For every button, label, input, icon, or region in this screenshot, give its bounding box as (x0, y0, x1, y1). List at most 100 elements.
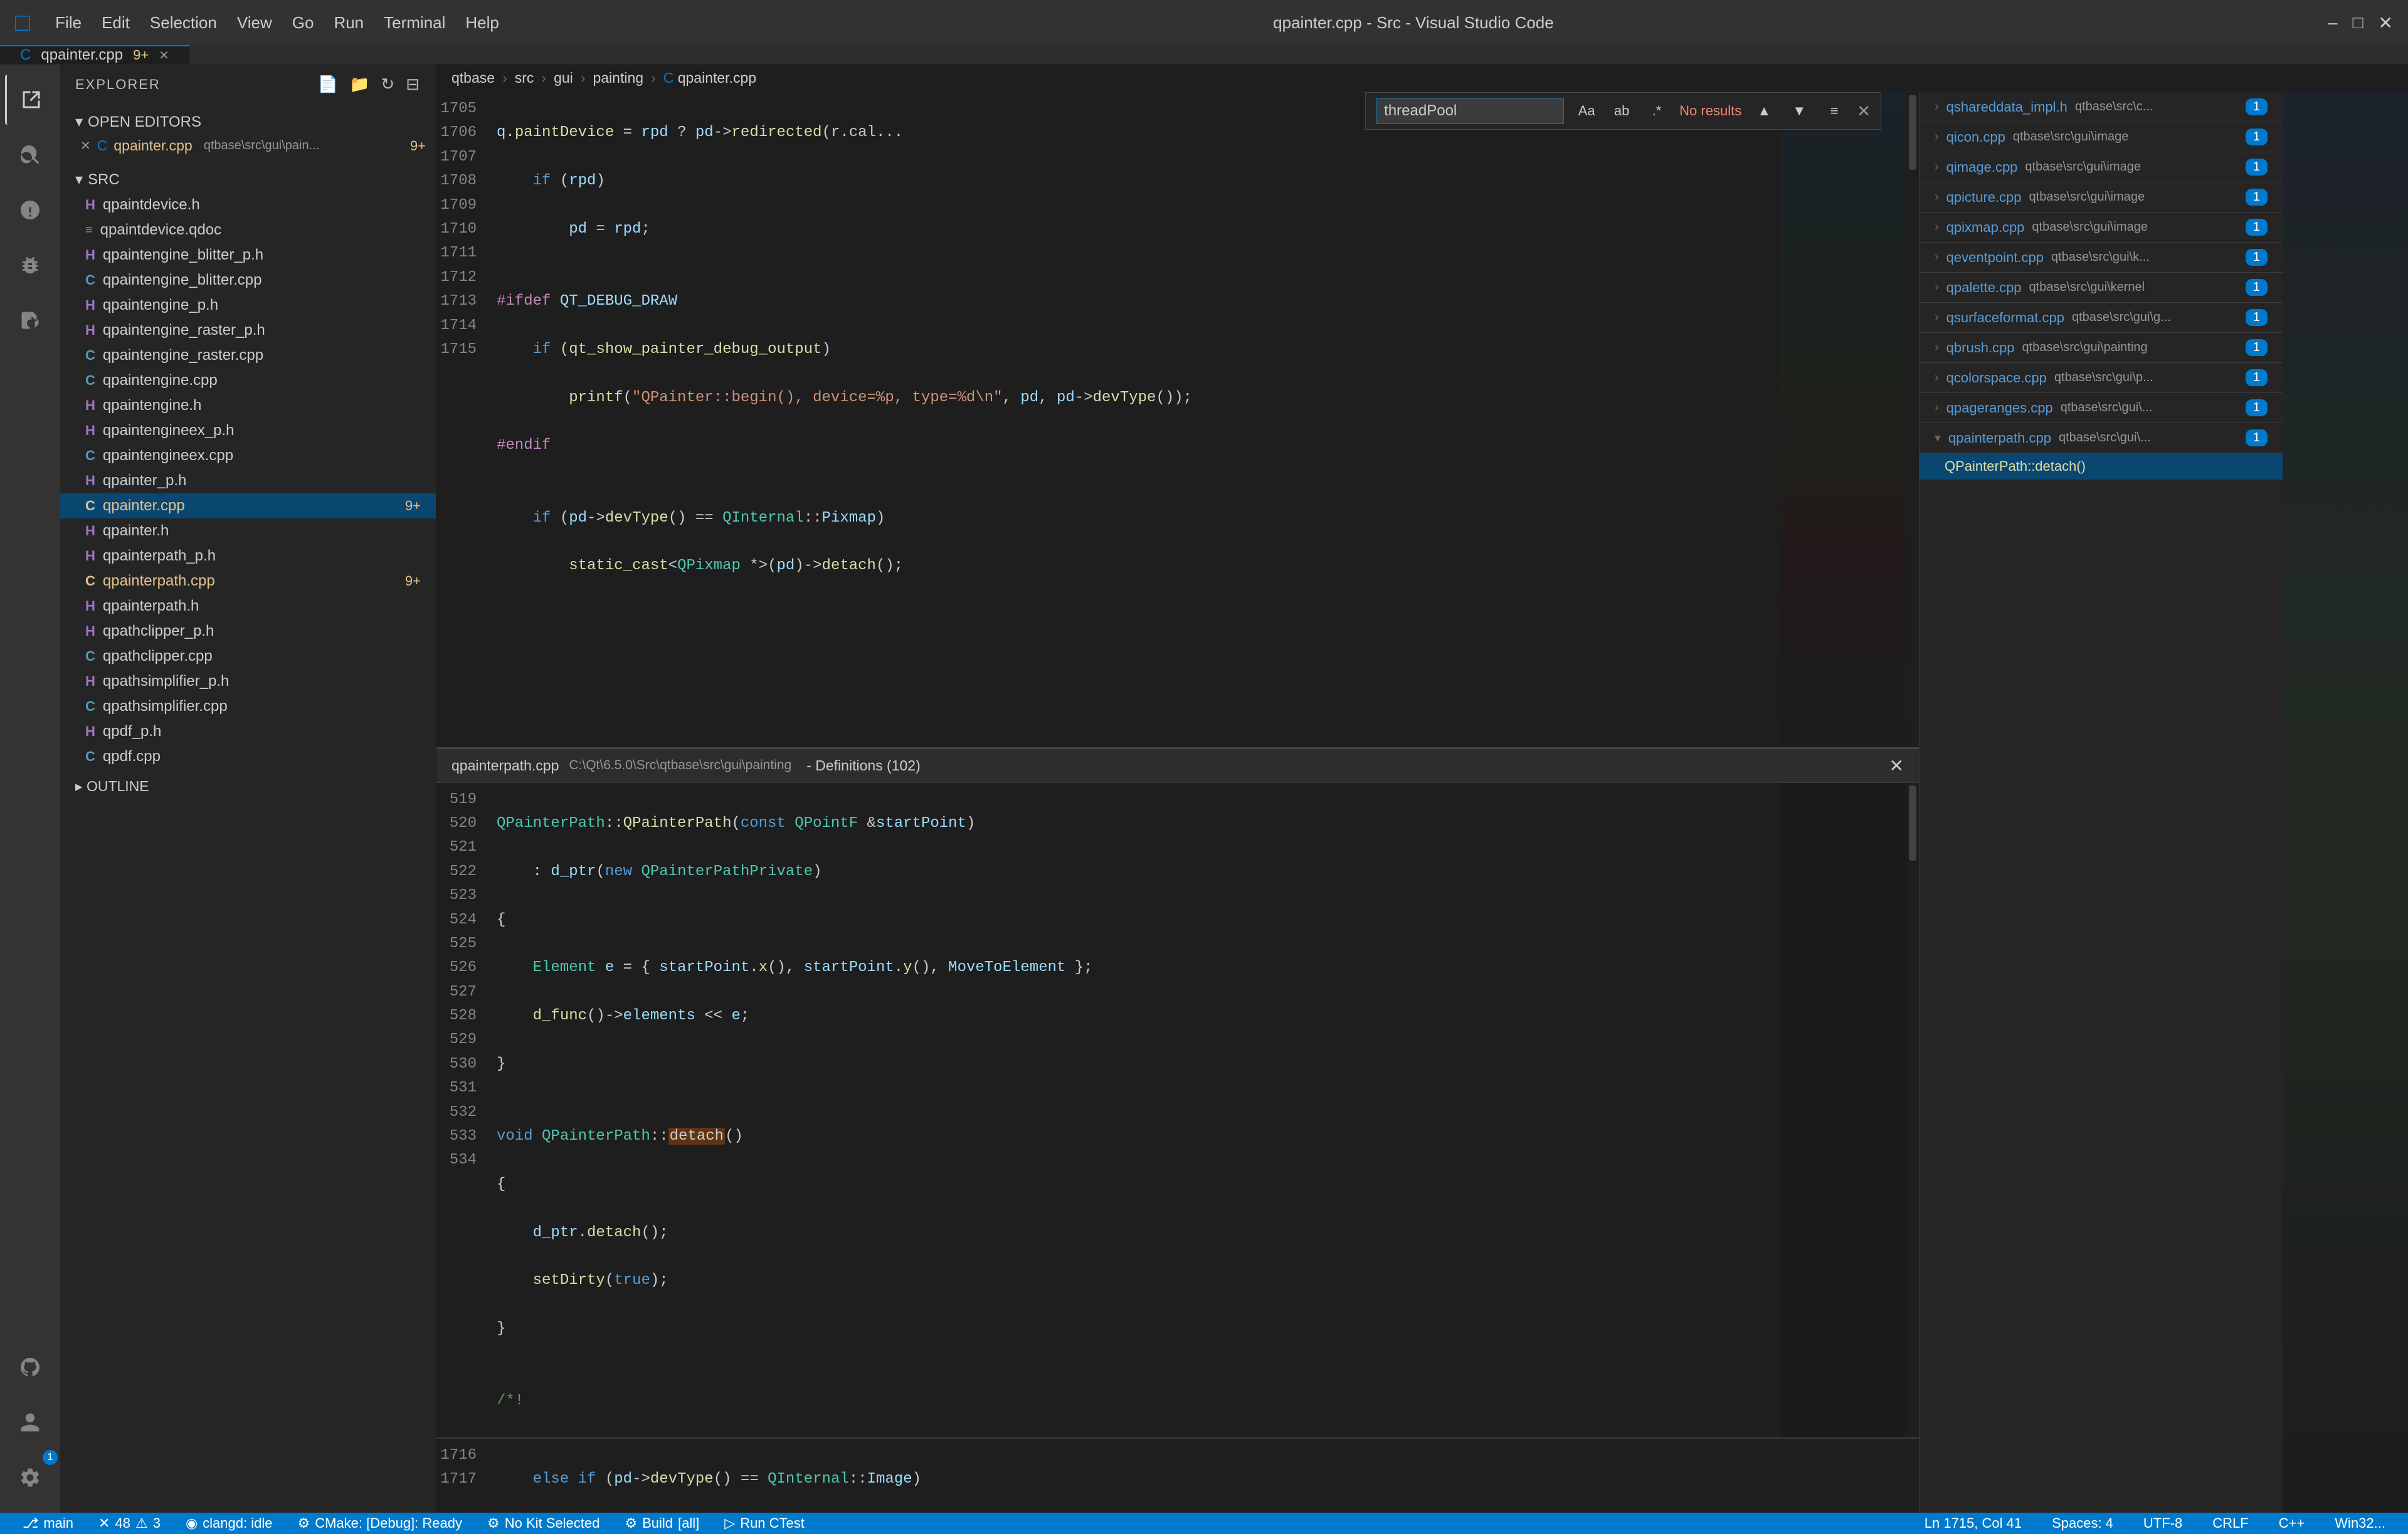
language-item[interactable]: C++ (2271, 1513, 2313, 1534)
file-qpainter-h[interactable]: H qpainter.h (60, 518, 436, 544)
file-qpathclipper-ph[interactable]: H qpathclipper_p.h (60, 619, 436, 644)
close-icon[interactable]: ✕ (80, 138, 91, 154)
def-qpageranges[interactable]: › qpageranges.cpp qtbase\src\gui\... 1 (1920, 393, 2283, 423)
activity-github-icon[interactable] (5, 1342, 55, 1392)
def-qbrush[interactable]: › qbrush.cpp qtbase\src\gui\painting 1 (1920, 333, 2283, 363)
menu-help[interactable]: Help (465, 13, 499, 33)
errors-item[interactable]: ✕ 48 ⚠ 3 (91, 1513, 168, 1534)
def-qpainterpath-expanded[interactable]: ▾ qpainterpath.cpp qtbase\src\gui\... 1 (1920, 423, 2283, 453)
file-qpaintengine-blitter-ph[interactable]: H qpaintengine_blitter_p.h (60, 243, 436, 268)
activity-search-icon[interactable] (5, 130, 55, 180)
regex-button[interactable]: .* (1644, 100, 1669, 122)
spaces-item[interactable]: Spaces: 4 (2044, 1513, 2121, 1534)
code-content-top[interactable]: q.paintDevice = rpd ? pd->redirected(r.c… (487, 92, 1781, 747)
ln-col-item[interactable]: Ln 1715, Col 41 (1917, 1513, 2029, 1534)
def-qshareddata[interactable]: › qshareddata_impl.h qtbase\src\c... 1 (1920, 92, 2283, 122)
file-qpaintengine-h[interactable]: H qpaintengine.h (60, 393, 436, 418)
build-item[interactable]: ⚙ Build [all] (617, 1513, 707, 1534)
open-editors-title[interactable]: ▾ OPEN EDITORS (60, 109, 436, 135)
filename: qpdf.cpp (103, 748, 161, 765)
platform-item[interactable]: Win32... (2327, 1513, 2393, 1534)
cmake-item[interactable]: ⚙ CMake: [Debug]: Ready (290, 1513, 470, 1534)
def-qpalette[interactable]: › qpalette.cpp qtbase\src\gui\kernel 1 (1920, 273, 2283, 303)
refresh-icon[interactable]: ↻ (381, 75, 396, 94)
file-qpathclipper-cpp[interactable]: C qpathclipper.cpp (60, 644, 436, 669)
git-branch-item[interactable]: ⎇ main (15, 1513, 81, 1534)
file-qpaintengine-raster-ph[interactable]: H qpaintengine_raster_p.h (60, 318, 436, 343)
maximize-button[interactable]: □ (2353, 13, 2363, 33)
code-content-extra[interactable]: else if (pd->devType() == QInternal::Ima… (487, 1439, 1919, 1513)
encoding-item[interactable]: UTF-8 (2136, 1513, 2190, 1534)
breadcrumb-part-painting[interactable]: painting (593, 70, 643, 87)
activity-git-icon[interactable] (5, 185, 55, 235)
file-qpdf-cpp[interactable]: C qpdf.cpp (60, 744, 436, 769)
line-ending-item[interactable]: CRLF (2205, 1513, 2256, 1534)
menu-run[interactable]: Run (334, 13, 364, 33)
menu-terminal[interactable]: Terminal (384, 13, 445, 33)
file-qpathsimplifier-cpp[interactable]: C qpathsimplifier.cpp (60, 694, 436, 719)
menu-go[interactable]: Go (292, 13, 314, 33)
def-qsurfaceformat[interactable]: › qsurfaceformat.cpp qtbase\src\gui\g...… (1920, 303, 2283, 333)
panel-close-button[interactable]: ✕ (1889, 755, 1904, 776)
panel-filename: qpainterpath.cpp (452, 757, 559, 774)
file-qpainterpath-ph[interactable]: H qpainterpath_p.h (60, 544, 436, 569)
activity-settings-icon[interactable]: 1 (5, 1453, 55, 1503)
breadcrumb-part-qtbase[interactable]: qtbase (452, 70, 495, 87)
file-qpainterpath-h[interactable]: H qpainterpath.h (60, 594, 436, 619)
outline-section[interactable]: ▸ OUTLINE (60, 774, 436, 799)
file-qpaintdevice-qdoc[interactable]: ≡ qpaintdevice.qdoc (60, 218, 436, 243)
new-file-icon[interactable]: 📄 (318, 75, 339, 94)
file-qpaintengine-blitter-cpp[interactable]: C qpaintengine_blitter.cpp (60, 268, 436, 293)
def-qcolorspace[interactable]: › qcolorspace.cpp qtbase\src\gui\p... 1 (1920, 363, 2283, 393)
find-prev-button[interactable]: ▲ (1751, 100, 1777, 122)
file-qpaintengineex-cpp[interactable]: C qpaintengineex.cpp (60, 443, 436, 468)
activity-account-icon[interactable] (5, 1397, 55, 1447)
file-qpathsimplifier-ph[interactable]: H qpathsimplifier_p.h (60, 669, 436, 694)
activity-extensions-icon[interactable] (5, 295, 55, 345)
def-qimage[interactable]: › qimage.cpp qtbase\src\gui\image 1 (1920, 152, 2283, 182)
whole-word-button[interactable]: ab (1609, 100, 1634, 122)
tab-close-button[interactable]: ✕ (159, 48, 169, 63)
file-qpaintengine-raster-cpp[interactable]: C qpaintengine_raster.cpp (60, 343, 436, 368)
def-qicon[interactable]: › qicon.cpp qtbase\src\gui\image 1 (1920, 122, 2283, 152)
file-qpainter-cpp[interactable]: C qpainter.cpp 9+ (60, 493, 436, 518)
clangd-item[interactable]: ◉ clangd: idle (178, 1513, 280, 1534)
def-qpicture[interactable]: › qpicture.cpp qtbase\src\gui\image 1 (1920, 182, 2283, 213)
menu-selection[interactable]: Selection (150, 13, 217, 33)
code-content-bottom[interactable]: QPainterPath::QPainterPath(const QPointF… (487, 783, 1781, 1438)
breadcrumb-part-file[interactable]: C qpainter.cpp (663, 70, 756, 87)
find-list-button[interactable]: ≡ (1822, 100, 1847, 122)
def-detach-method[interactable]: QPainterPath::detach() (1920, 453, 2283, 480)
file-qpdf-ph[interactable]: H qpdf_p.h (60, 719, 436, 744)
menu-file[interactable]: File (55, 13, 82, 33)
no-kit-item[interactable]: ⚙ No Kit Selected (480, 1513, 607, 1534)
breadcrumb-part-gui[interactable]: gui (554, 70, 573, 87)
activity-debug-icon[interactable] (5, 240, 55, 290)
def-qpixmap[interactable]: › qpixmap.cpp qtbase\src\gui\image 1 (1920, 213, 2283, 243)
file-qpaintdevice-h[interactable]: H qpaintdevice.h (60, 192, 436, 218)
tab-qpainter[interactable]: C qpainter.cpp 9+ ✕ (0, 45, 190, 64)
def-qeventpoint[interactable]: › qeventpoint.cpp qtbase\src\gui\k... 1 (1920, 243, 2283, 273)
breadcrumb-part-src[interactable]: src (515, 70, 534, 87)
src-title[interactable]: ▾ SRC (60, 167, 436, 192)
menu-view[interactable]: View (237, 13, 272, 33)
find-input[interactable] (1376, 98, 1564, 124)
collapse-icon[interactable]: ⊟ (406, 75, 421, 94)
open-editor-qpainter[interactable]: ✕ C qpainter.cpp qtbase\src\gui\pain... … (60, 135, 436, 157)
file-qpainterpath-cpp[interactable]: C qpainterpath.cpp 9+ (60, 569, 436, 594)
minimize-button[interactable]: – (2328, 13, 2338, 33)
scrollbar-top[interactable] (1906, 92, 1919, 747)
menu-edit[interactable]: Edit (102, 13, 130, 33)
activity-explorer-icon[interactable] (5, 75, 55, 125)
file-qpainter-ph[interactable]: H qpainter_p.h (60, 468, 436, 493)
find-next-button[interactable]: ▼ (1787, 100, 1812, 122)
close-button[interactable]: ✕ (2379, 13, 2393, 33)
run-ctest-item[interactable]: ▷ Run CTest (717, 1513, 812, 1534)
file-qpaintengine-cpp[interactable]: C qpaintengine.cpp (60, 368, 436, 393)
find-close-button[interactable]: ✕ (1857, 102, 1871, 121)
scrollbar-bottom[interactable] (1906, 783, 1919, 1438)
file-qpaintengineex-ph[interactable]: H qpaintengineex_p.h (60, 418, 436, 443)
new-folder-icon[interactable]: 📁 (349, 75, 371, 94)
match-case-button[interactable]: Aa (1574, 100, 1599, 122)
file-qpaintengine-ph[interactable]: H qpaintengine_p.h (60, 293, 436, 318)
